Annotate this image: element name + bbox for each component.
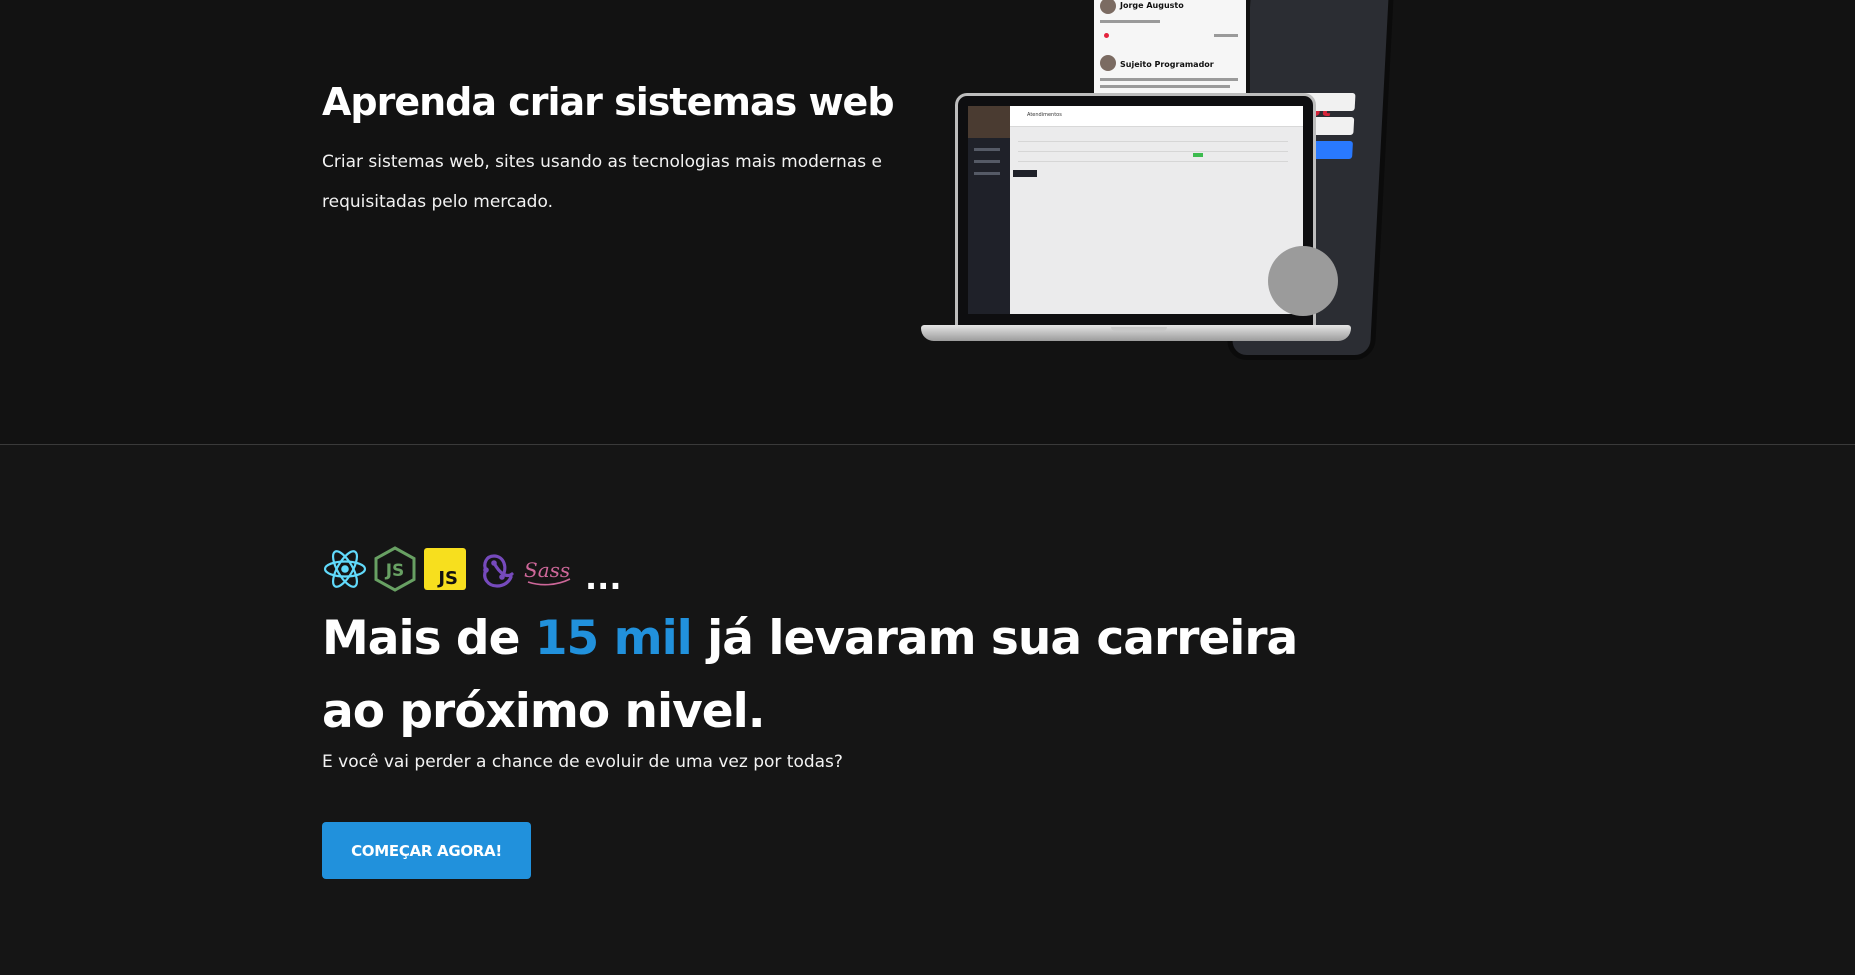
tech-icons: JS JS Sass bbox=[322, 544, 571, 594]
dashboard-button bbox=[1013, 170, 1037, 177]
feed-text-line bbox=[1214, 34, 1238, 37]
heart-icon bbox=[1104, 33, 1109, 38]
feed-author: Sujeito Programador bbox=[1120, 60, 1214, 69]
dashboard-row bbox=[1018, 154, 1288, 162]
sidebar-line bbox=[974, 160, 1000, 163]
hero-section: Aprenda criar sistemas web Criar sistema… bbox=[0, 0, 1855, 444]
dashboard-title: Atendimentos bbox=[1027, 112, 1062, 118]
feed-text-line bbox=[1100, 20, 1160, 23]
react-icon bbox=[322, 546, 368, 592]
dashboard-sidebar bbox=[968, 106, 1010, 314]
sidebar-line bbox=[974, 172, 1000, 175]
start-now-button[interactable]: COMEÇAR AGORA! bbox=[322, 822, 531, 879]
avatar bbox=[1100, 55, 1116, 71]
device-mockup-image: yPost Jorge Augusto Sujeito Programador bbox=[915, 0, 1435, 370]
hero-description: Criar sistemas web, sites usando as tecn… bbox=[322, 152, 882, 212]
redux-icon bbox=[472, 546, 518, 592]
dashboard-avatar bbox=[968, 106, 1010, 138]
laptop-mockup: Atendimentos bbox=[955, 93, 1338, 331]
avatar bbox=[1100, 0, 1116, 14]
cta-subtitle: E você vai perder a chance de evoluir de… bbox=[322, 752, 843, 772]
hero-title: Aprenda criar sistemas web bbox=[322, 80, 895, 124]
feed-mockup: Jorge Augusto Sujeito Programador bbox=[1090, 0, 1250, 99]
sidebar-line bbox=[974, 148, 1000, 151]
headline-highlight: 15 mil bbox=[534, 611, 693, 666]
dashboard-decoration bbox=[1268, 246, 1338, 316]
laptop-base bbox=[921, 325, 1351, 341]
tech-ellipsis: ... bbox=[585, 559, 622, 597]
headline-text: Mais de bbox=[322, 611, 535, 666]
cta-headline: Mais de 15 mil já levaram sua carreira a… bbox=[322, 602, 1302, 748]
feed-text-line bbox=[1100, 85, 1230, 88]
svg-text:JS: JS bbox=[385, 561, 405, 581]
feed-text-line bbox=[1100, 78, 1238, 81]
svg-text:JS: JS bbox=[436, 568, 458, 589]
javascript-icon: JS bbox=[422, 546, 468, 592]
dashboard-row bbox=[1018, 144, 1288, 152]
dashboard-row bbox=[1018, 134, 1288, 142]
nodejs-icon: JS bbox=[372, 546, 418, 592]
laptop-notch bbox=[1111, 327, 1167, 331]
svg-text:Sass: Sass bbox=[524, 558, 570, 582]
dashboard-screen: Atendimentos bbox=[968, 106, 1338, 316]
feed-author: Jorge Augusto bbox=[1120, 1, 1184, 10]
sass-icon: Sass bbox=[522, 546, 571, 592]
